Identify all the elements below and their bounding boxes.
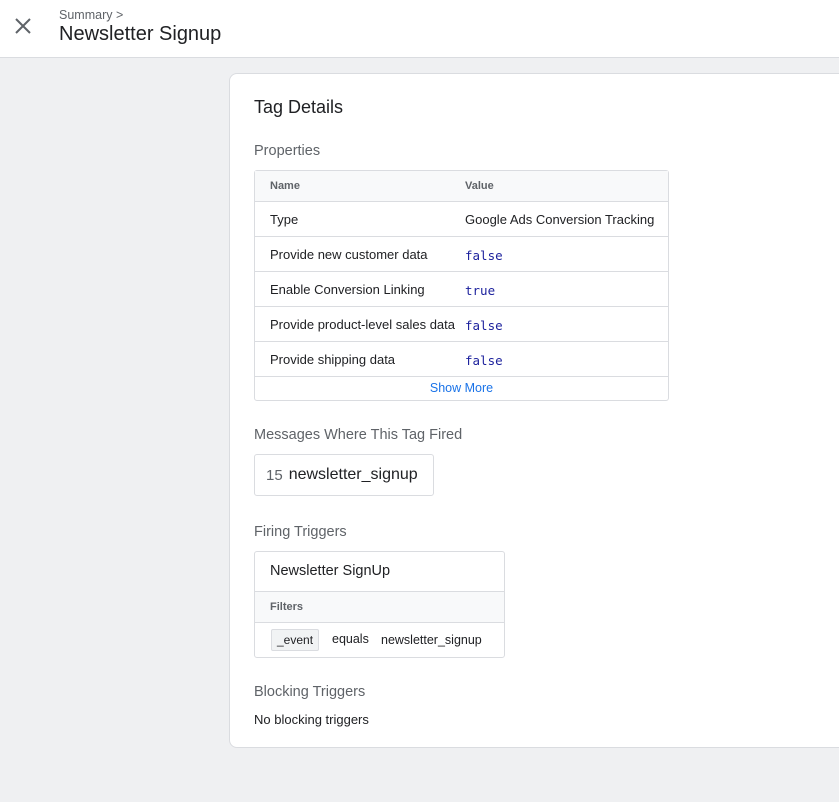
properties-table: Name Value Type Google Ads Conversion Tr… [254,170,669,401]
blocking-triggers-label: Blocking Triggers [254,684,366,700]
trigger-name[interactable]: Newsletter SignUp [255,552,504,592]
close-button[interactable] [10,13,36,39]
properties-header: Name Value [255,171,668,202]
property-value: false [465,248,503,263]
property-name: Type [270,212,299,227]
property-value: false [465,318,503,333]
table-row: Type Google Ads Conversion Tracking [255,202,668,237]
message-name: newsletter_signup [288,466,418,483]
filter-value: newsletter_signup [381,633,482,647]
show-more-link[interactable]: Show More [255,377,668,400]
tag-details-card: Tag Details Properties Name Value Type G… [229,73,839,748]
close-icon [15,18,31,34]
firing-trigger-card: Newsletter SignUp Filters _event equals … [254,551,505,658]
filter-operator: equals [332,632,369,646]
property-name: Provide shipping data [270,352,396,367]
table-row: Provide new customer data false [255,237,668,272]
property-name: Provide new customer data [270,247,428,262]
filters-header: Filters [255,592,504,623]
property-name: Enable Conversion Linking [270,282,425,297]
property-value: true [465,283,496,298]
property-name: Provide product-level sales data [270,317,455,332]
card-title: Tag Details [254,97,344,117]
col-value-header: Value [465,180,494,192]
messages-label: Messages Where This Tag Fired [254,427,463,443]
breadcrumb[interactable]: Summary > [59,8,123,22]
property-value: false [465,353,503,368]
property-value: Google Ads Conversion Tracking [465,212,655,227]
properties-label: Properties [254,143,321,159]
table-row: Provide shipping data false [255,342,668,377]
filter-variable: _event [271,629,320,651]
top-bar: Summary > Newsletter Signup [0,0,839,58]
firing-triggers-label: Firing Triggers [254,524,347,540]
table-row: Enable Conversion Linking true [255,272,668,307]
col-name-header: Name [270,180,300,192]
table-row: Provide product-level sales data false [255,307,668,342]
page-title: Newsletter Signup [59,23,222,45]
filter-row: _event equals newsletter_signup [255,623,504,657]
message-number: 15 [266,466,283,484]
message-chip[interactable]: 15 newsletter_signup [254,454,434,496]
no-blocking-triggers-text: No blocking triggers [254,712,369,727]
